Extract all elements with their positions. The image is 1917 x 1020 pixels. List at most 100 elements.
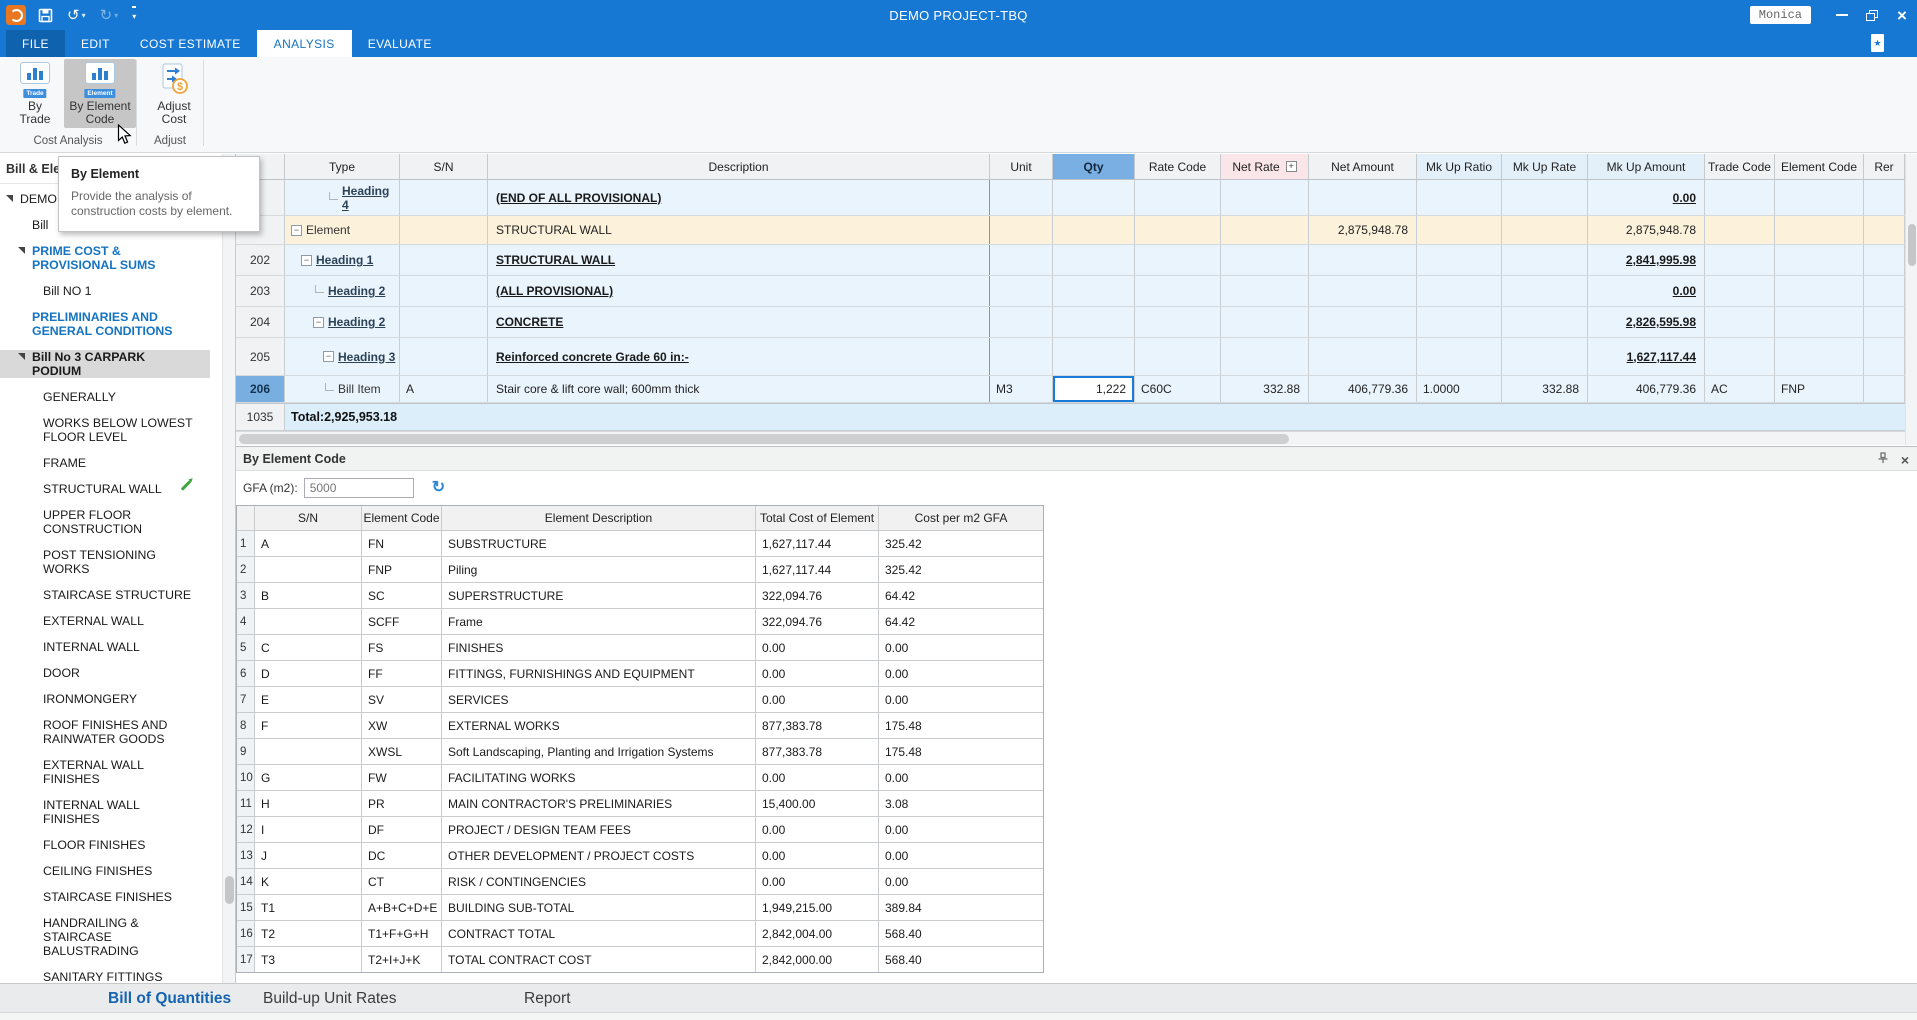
column-header-element-description[interactable]: Element Description	[442, 506, 756, 530]
cell[interactable]: 877,383.78	[756, 713, 879, 738]
cell-sn[interactable]	[400, 276, 488, 306]
cell-desc[interactable]: (ALL PROVISIONAL)	[488, 276, 990, 306]
cell-trade_code[interactable]	[1705, 338, 1775, 375]
cell-trade_code[interactable]	[1705, 276, 1775, 306]
sidebar-item-structural-wall[interactable]: STRUCTURAL WALL	[0, 482, 210, 496]
cell[interactable]: CONTRACT TOTAL	[442, 921, 756, 946]
collapse-icon[interactable]: −	[301, 255, 312, 266]
cell[interactable]: 1	[237, 531, 255, 556]
grid-vertical-scrollbar[interactable]	[1905, 154, 1917, 445]
grid-hscroll-thumb[interactable]	[239, 434, 1289, 444]
cell-net_rate[interactable]	[1221, 338, 1309, 375]
cell-trade_code[interactable]	[1705, 180, 1775, 215]
cell-mkup_ratio[interactable]	[1417, 245, 1502, 275]
cell[interactable]: 2,842,000.00	[756, 947, 879, 972]
element-table-row[interactable]: 1AFNSUBSTRUCTURE1,627,117.44325.42	[237, 531, 1043, 557]
sidebar-item-internal-wall[interactable]: INTERNAL WALL	[0, 640, 210, 654]
cell[interactable]: 12	[237, 817, 255, 842]
cell[interactable]: 13	[237, 843, 255, 868]
panel-close-icon[interactable]: ×	[1901, 453, 1909, 467]
cell[interactable]: 0.00	[756, 843, 879, 868]
tab-file[interactable]: FILE	[6, 30, 65, 57]
cell[interactable]: 9	[237, 739, 255, 764]
cell-sn[interactable]: A	[400, 376, 488, 402]
cell-qty[interactable]	[1053, 276, 1135, 306]
cell-mkup_amount[interactable]: 2,841,995.98	[1588, 245, 1705, 275]
cell[interactable]: 2,842,004.00	[756, 921, 879, 946]
cell-mkup_rate[interactable]	[1502, 180, 1588, 215]
column-header-net_amount[interactable]: Net Amount	[1309, 154, 1417, 180]
cell-gutter[interactable]: 206	[236, 376, 285, 402]
cell-rem[interactable]	[1864, 307, 1905, 337]
tab-edit[interactable]: EDIT	[67, 30, 124, 57]
cell-rem[interactable]	[1864, 180, 1905, 215]
cell[interactable]: BUILDING SUB-TOTAL	[442, 895, 756, 920]
element-table-row[interactable]: 8FXWEXTERNAL WORKS877,383.78175.48	[237, 713, 1043, 739]
column-header-rate_code[interactable]: Rate Code	[1135, 154, 1221, 180]
cell-gutter[interactable]: 203	[236, 276, 285, 306]
cell-qty[interactable]	[1053, 216, 1135, 244]
cell-type[interactable]: −Heading 1	[285, 245, 400, 275]
cell-net_rate[interactable]	[1221, 245, 1309, 275]
cell-rate_code[interactable]	[1135, 338, 1221, 375]
sidebar-item-staircase-finishes[interactable]: STAIRCASE FINISHES	[0, 890, 210, 904]
cell[interactable]: FITTINGS, FURNISHINGS AND EQUIPMENT	[442, 661, 756, 686]
collapse-icon[interactable]: −	[313, 317, 324, 328]
cell[interactable]: Soft Landscaping, Planting and Irrigatio…	[442, 739, 756, 764]
cell-type[interactable]: Bill Item	[285, 376, 400, 402]
cell[interactable]: 4	[237, 609, 255, 634]
cell-sn[interactable]	[400, 180, 488, 215]
cell[interactable]: J	[255, 843, 362, 868]
cell[interactable]: SERVICES	[442, 687, 756, 712]
cell[interactable]: 389.84	[879, 895, 1043, 920]
cell-type[interactable]: −Heading 2	[285, 307, 400, 337]
cell[interactable]: 568.40	[879, 921, 1043, 946]
cell[interactable]: T2	[255, 921, 362, 946]
column-header-type[interactable]: Type	[285, 154, 400, 180]
column-header-qty[interactable]: Qty	[1053, 154, 1135, 180]
cell-mkup_amount[interactable]: 2,875,948.78	[1588, 216, 1705, 244]
cell-desc[interactable]: STRUCTURAL WALL	[488, 245, 990, 275]
cell-mkup_rate[interactable]	[1502, 276, 1588, 306]
cell-gutter[interactable]: 205	[236, 338, 285, 375]
cell-unit[interactable]: M3	[990, 376, 1053, 402]
cell[interactable]: A	[255, 531, 362, 556]
cell[interactable]: 14	[237, 869, 255, 894]
cell[interactable]: T1	[255, 895, 362, 920]
element-table-row[interactable]: 12IDFPROJECT / DESIGN TEAM FEES0.000.00	[237, 817, 1043, 843]
grid-total-row[interactable]: 1035Total:2,925,953.18	[236, 403, 1905, 431]
cell[interactable]: 325.42	[879, 531, 1043, 556]
bottom-tab-bill-of-quantities[interactable]: Bill of Quantities	[108, 990, 231, 1008]
cell-mkup_rate[interactable]	[1502, 216, 1588, 244]
element-table-row[interactable]: 11HPRMAIN CONTRACTOR'S PRELIMINARIES15,4…	[237, 791, 1043, 817]
cell[interactable]: T2+I+J+K	[362, 947, 442, 972]
cell-trade_code[interactable]	[1705, 307, 1775, 337]
cell-net_amount[interactable]	[1309, 338, 1417, 375]
grid-row[interactable]: 203Heading 2(ALL PROVISIONAL)0.00	[236, 276, 1905, 307]
element-table-row[interactable]: 10GFWFACILITATING WORKS0.000.00	[237, 765, 1043, 791]
cell[interactable]: 1,627,117.44	[756, 531, 879, 556]
cell[interactable]: 0.00	[756, 869, 879, 894]
grid-row[interactable]: −ElementSTRUCTURAL WALL2,875,948.782,875…	[236, 216, 1905, 245]
cell-net_rate[interactable]	[1221, 276, 1309, 306]
cell-rate_code[interactable]: C60C	[1135, 376, 1221, 402]
cell[interactable]: SV	[362, 687, 442, 712]
cell[interactable]: 877,383.78	[756, 739, 879, 764]
tab-analysis[interactable]: ANALYSIS	[257, 30, 352, 57]
sidebar-item-roof-finishes-and-rainwater-goods[interactable]: ROOF FINISHES AND RAINWATER GOODS	[0, 718, 210, 746]
cell-qty[interactable]	[1053, 245, 1135, 275]
cell-net_rate[interactable]: 332.88	[1221, 376, 1309, 402]
cell[interactable]: 0.00	[879, 661, 1043, 686]
cell[interactable]: FF	[362, 661, 442, 686]
cell[interactable]: FN	[362, 531, 442, 556]
cell-unit[interactable]	[990, 338, 1053, 375]
cell-gutter[interactable]: 204	[236, 307, 285, 337]
cell-rate_code[interactable]	[1135, 307, 1221, 337]
sidebar-item-handrailing-staircase-balustrading[interactable]: HANDRAILING & STAIRCASE BALUSTRADING	[0, 916, 210, 958]
cell[interactable]: I	[255, 817, 362, 842]
sidebar-item-door[interactable]: DOOR	[0, 666, 210, 680]
cell[interactable]: SCFF	[362, 609, 442, 634]
cell[interactable]: 15	[237, 895, 255, 920]
adjust-cost-button[interactable]: $ AdjustCost	[145, 59, 203, 128]
collapse-icon[interactable]: −	[291, 225, 302, 236]
